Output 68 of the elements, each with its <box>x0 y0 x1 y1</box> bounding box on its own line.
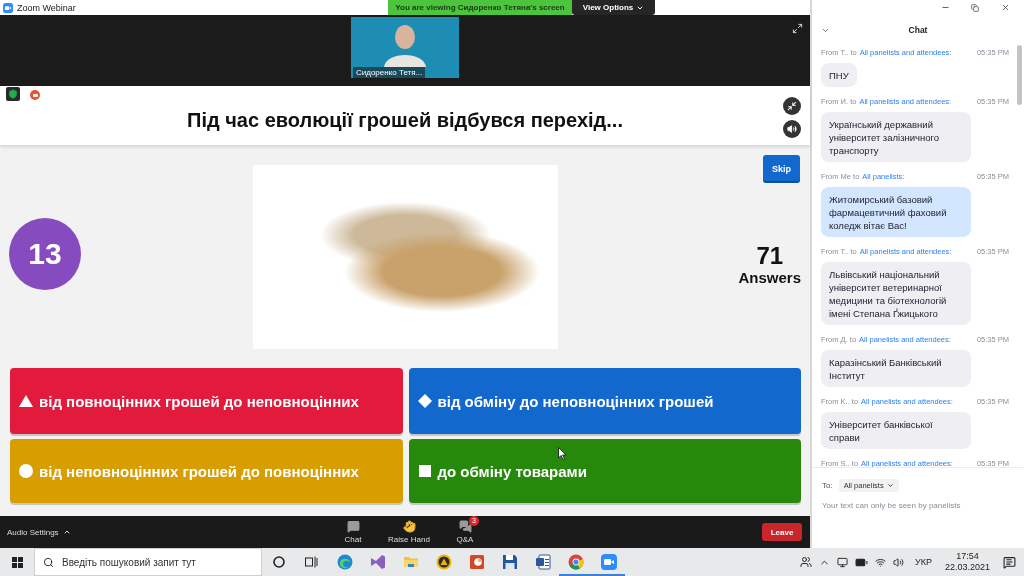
four-squares-icon <box>11 556 23 568</box>
question-title: Під час еволюції грошей відбувся перехід... <box>186 107 624 132</box>
speech-bubble-icon <box>346 520 360 533</box>
mouse-pointer-icon <box>558 447 567 460</box>
answer-option[interactable]: від повноцінних грошей до неповноцінних <box>10 368 403 434</box>
leave-button[interactable]: Leave <box>762 523 802 541</box>
people-icon[interactable] <box>800 556 812 568</box>
triangle-disc-icon <box>435 554 452 570</box>
message-bubble: Житомирський базовий фармацевтичний фаховий коледж вітає Вас! <box>821 187 971 237</box>
toolbar-button[interactable]: Chat <box>328 520 378 544</box>
message-bubble: Університет банківської справи <box>821 412 971 449</box>
message-bubble: ПНУ <box>821 63 857 87</box>
triangle-icon <box>19 394 33 408</box>
collapse-icon[interactable] <box>783 97 801 115</box>
language-indicator[interactable]: УКР <box>915 557 932 567</box>
answer-text: до обміну товарами <box>437 462 587 480</box>
search-field[interactable]: Введіть пошуковий запит тут <box>34 548 262 576</box>
window-title: Zoom Webinar <box>17 2 76 13</box>
presentation-icon <box>468 554 485 570</box>
volume-icon[interactable] <box>783 120 801 138</box>
notification-icon[interactable] <box>1003 555 1016 569</box>
diamond-icon <box>417 394 432 408</box>
wifi-icon[interactable] <box>875 556 886 568</box>
answer-count: 71 <box>756 242 784 269</box>
chat-note: Your text can only be seen by panelists <box>822 501 962 510</box>
audio-settings-button[interactable]: Audio Settings <box>0 527 71 537</box>
chevron-up-icon <box>62 528 71 536</box>
screen-share-banner: You are viewing Сидоренко Тетяна's screen <box>388 0 572 15</box>
participant-name: Сидоренко Тетя... <box>353 67 426 78</box>
document-icon <box>534 554 551 570</box>
ribbon-icon <box>369 554 386 570</box>
clock-date: 22.03.2021 <box>944 562 990 573</box>
clock-time: 17:54 <box>956 551 979 562</box>
answer-option[interactable]: до обміну товарами <box>408 439 801 503</box>
chevron-down-icon <box>886 481 894 489</box>
video-camera-icon <box>600 554 617 570</box>
restore-icon <box>971 3 979 12</box>
countdown-timer: 13 <box>9 218 81 290</box>
speaker-icon[interactable] <box>893 556 904 568</box>
circle-icon <box>19 464 33 478</box>
status-dot-icon <box>30 90 40 100</box>
answer-text: від неповноцінних грошей до повноцінних <box>39 462 359 480</box>
message-bubble: Львівський національний університет ветеринарної медицини та біотехнологій імені Степана Ґжицького <box>821 262 971 325</box>
message-bubble: Каразінський Банківський Інститут <box>821 350 971 387</box>
scrollbar-thumb[interactable] <box>1017 45 1022 105</box>
ring-icon <box>272 556 285 568</box>
answer-option[interactable]: від обміну до неповноцінних грошей <box>408 368 801 434</box>
expand-icon[interactable] <box>792 23 803 34</box>
answer-count-label: Answers <box>738 268 801 286</box>
pinwheel-icon <box>567 554 584 570</box>
search-icon <box>43 557 54 568</box>
monitor-icon[interactable] <box>837 556 848 568</box>
toolbar-button[interactable]: Raise Hand <box>384 520 434 544</box>
view-options-button[interactable]: View Options <box>572 0 655 15</box>
chat-title: Chat <box>907 25 929 35</box>
speech-bubbles-icon <box>458 520 472 533</box>
answer-text: від обміну до неповноцінних грошей <box>437 392 714 410</box>
square-icon <box>417 464 432 478</box>
skip-button[interactable]: Skip <box>763 155 800 183</box>
hand-icon <box>402 520 416 533</box>
close-icon <box>1000 3 1010 12</box>
folder-icon <box>402 554 419 570</box>
message-bubble: Український державний університет залізничного транспорту <box>821 112 971 162</box>
to-label: To: <box>822 480 833 490</box>
task-view-icon <box>305 556 318 568</box>
answer-text: від повноцінних грошей до неповноцінних <box>39 392 359 410</box>
shield-check-icon <box>6 87 20 101</box>
swirl-icon <box>336 554 353 570</box>
